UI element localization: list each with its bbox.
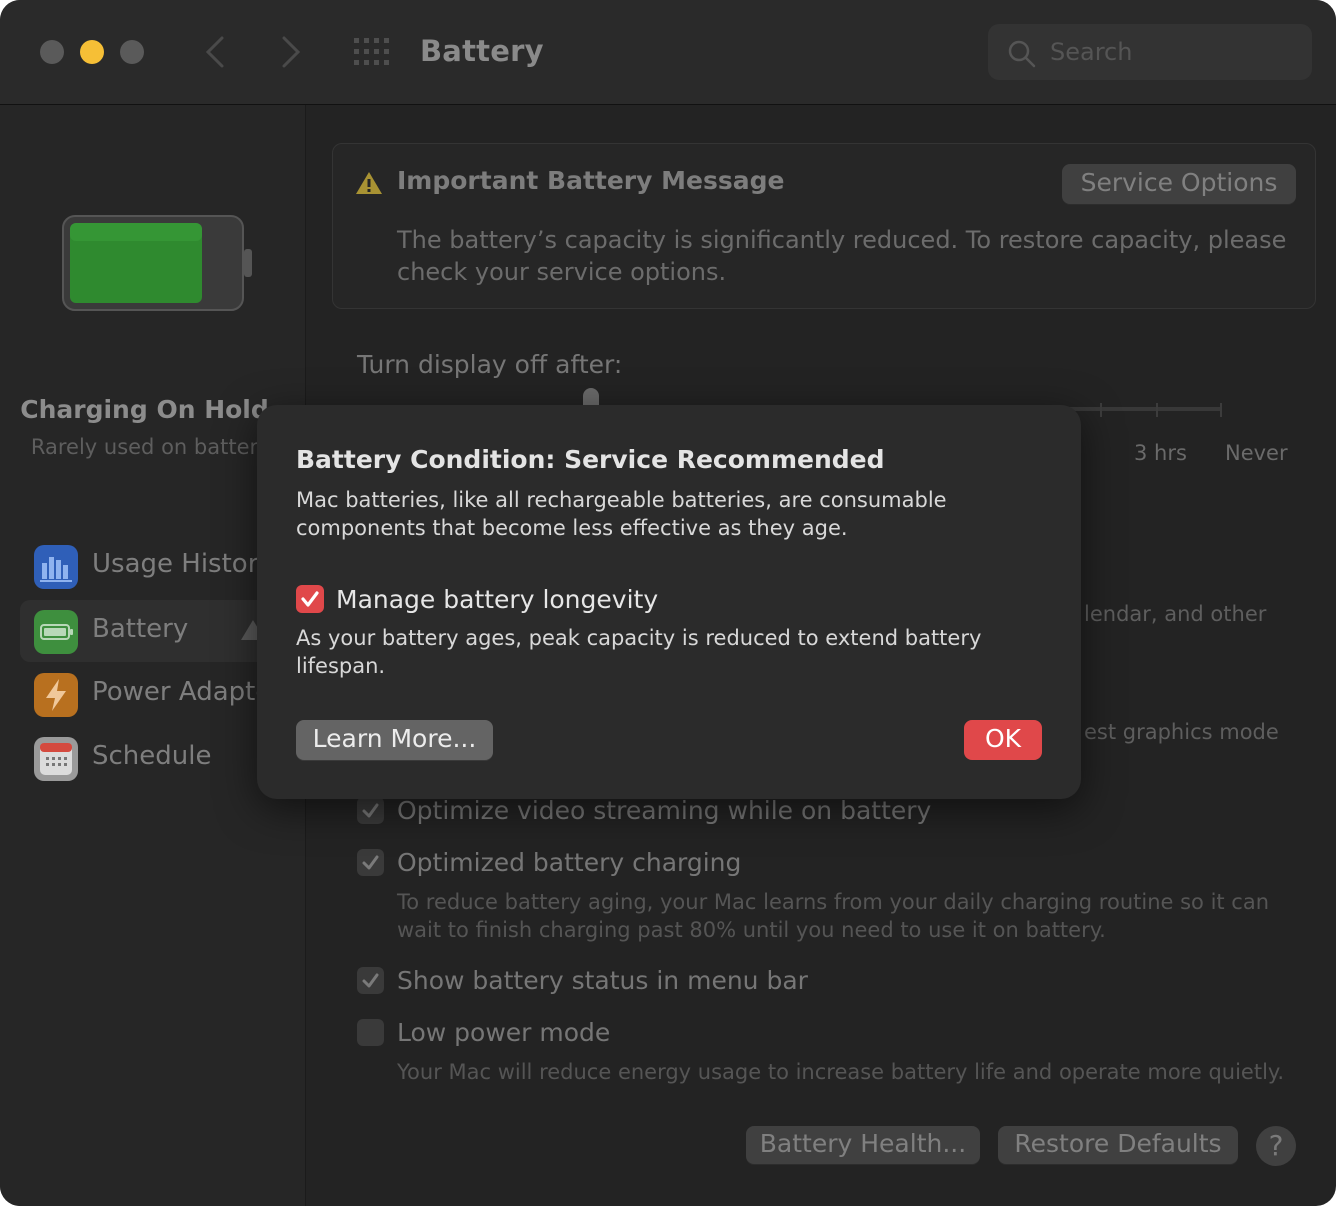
slider-tick — [1100, 403, 1102, 417]
search-placeholder: Search — [1050, 38, 1133, 66]
warning-icon — [356, 172, 382, 194]
forward-arrow-icon[interactable] — [276, 34, 306, 70]
zoom-window-button[interactable] — [120, 40, 144, 64]
low-power-mode-label: Low power mode — [397, 1018, 611, 1047]
partial-option-text: lendar, and other — [1084, 602, 1267, 626]
show-battery-status-checkbox[interactable] — [357, 967, 384, 994]
dialog-title: Battery Condition: Service Recommended — [296, 445, 885, 474]
back-arrow-icon[interactable] — [200, 34, 230, 70]
ok-button[interactable]: OK — [964, 720, 1042, 760]
optimized-charging-description: To reduce battery aging, your Mac learns… — [397, 890, 1270, 942]
slider-tick — [1156, 403, 1158, 417]
battery-health-button[interactable]: Battery Health... — [746, 1126, 980, 1164]
restore-defaults-button[interactable]: Restore Defaults — [998, 1126, 1238, 1164]
manage-longevity-checkbox[interactable] — [296, 585, 324, 613]
help-button[interactable]: ? — [1256, 1126, 1296, 1166]
optimize-video-label: Optimize video streaming while on batter… — [397, 796, 932, 825]
low-power-mode-description: Your Mac will reduce energy usage to inc… — [397, 1060, 1285, 1084]
battery-condition-dialog: Battery Condition: Service Recommended M… — [257, 405, 1081, 799]
battery-icon — [34, 610, 78, 654]
tick-label-never: Never — [1225, 441, 1288, 465]
minimize-window-button[interactable] — [80, 40, 104, 64]
sidebar-item-label: Power Adapte — [92, 677, 272, 707]
preferences-window: Battery Search Charging On Hold Rarely u… — [0, 0, 1336, 1206]
partial-option-text: est graphics mode — [1084, 720, 1279, 744]
display-off-label: Turn display off after: — [357, 350, 623, 379]
message-body: The battery’s capacity is significantly … — [397, 226, 1287, 286]
bar-chart-icon — [34, 545, 78, 589]
title-bar: Battery Search — [0, 0, 1336, 105]
checkmark-icon — [301, 591, 319, 607]
sidebar-item-label: Battery — [92, 614, 189, 644]
sidebar-item-label: Schedule — [92, 741, 212, 771]
manage-longevity-description: As your battery ages, peak capacity is r… — [296, 626, 982, 678]
show-battery-status-label: Show battery status in menu bar — [397, 966, 808, 995]
dialog-text: Mac batteries, like all rechargeable bat… — [296, 488, 947, 540]
low-power-mode-checkbox[interactable] — [357, 1019, 384, 1046]
close-window-button[interactable] — [40, 40, 64, 64]
manage-longevity-label: Manage battery longevity — [336, 585, 659, 614]
slider-tick — [1220, 403, 1222, 417]
battery-large-icon — [62, 215, 252, 311]
battery-message-box: Important Battery Message Service Option… — [332, 143, 1316, 309]
sidebar-item-label: Usage History — [92, 549, 274, 579]
learn-more-button[interactable]: Learn More... — [296, 720, 493, 760]
message-title: Important Battery Message — [397, 166, 785, 195]
show-all-grid-icon[interactable] — [354, 38, 390, 66]
lightning-icon — [34, 673, 78, 717]
charging-status-title: Charging On Hold — [20, 395, 269, 424]
tick-label-3hrs: 3 hrs — [1134, 441, 1187, 465]
optimized-charging-checkbox[interactable] — [357, 849, 384, 876]
optimize-video-checkbox[interactable] — [357, 797, 384, 824]
service-options-button[interactable]: Service Options — [1062, 164, 1296, 204]
search-icon — [1008, 40, 1036, 68]
search-field[interactable]: Search — [988, 24, 1312, 80]
window-title: Battery — [420, 34, 544, 68]
calendar-icon — [34, 737, 78, 781]
optimized-charging-label: Optimized battery charging — [397, 848, 742, 877]
charging-status-subtitle: Rarely used on batter — [30, 435, 259, 459]
